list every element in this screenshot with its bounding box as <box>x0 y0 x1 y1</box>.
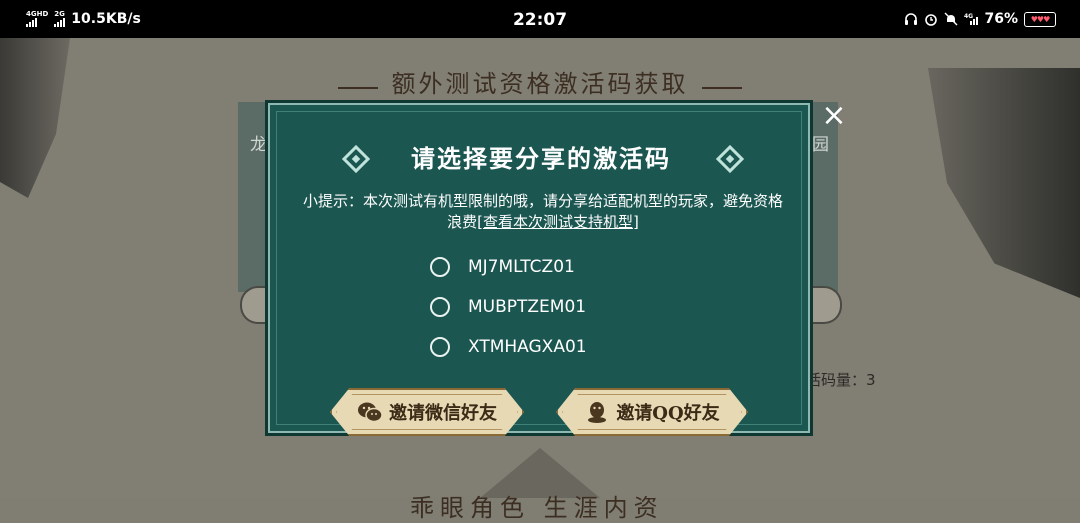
background-left-text: 龙 <box>250 135 267 155</box>
share-code-dialog: 请选择要分享的激活码 小提示：本次测试有机型限制的哦，请分享给适配机型的玩家，避… <box>268 103 810 433</box>
title-ornament-left <box>338 86 379 89</box>
status-right: 4G 76% ♥♥♥ <box>904 11 1056 27</box>
background-bottom-text: 乖眼角色 生涯内资 <box>410 494 664 522</box>
status-bar: 4GHD 2G 10.5KB/s 22:07 4G 76% ♥♥♥ <box>0 0 1080 38</box>
wechat-icon <box>358 402 383 423</box>
headphones-icon <box>905 13 918 25</box>
background-count-text: 活码量：3 <box>806 371 876 389</box>
code-label: XTMHAGXA01 <box>468 337 587 357</box>
invite-wechat-button[interactable]: 邀请微信好友 <box>330 388 524 436</box>
alarm-icon <box>925 14 938 26</box>
invite-qq-button[interactable]: 邀请QQ好友 <box>556 388 748 436</box>
radio-button[interactable] <box>430 337 450 357</box>
4g-signal-icon: 4G <box>964 13 979 25</box>
mute-icon <box>944 12 958 26</box>
svg-text:4G: 4G <box>964 13 973 20</box>
battery-percent: 76% <box>984 11 1018 27</box>
battery-icon: ♥♥♥ <box>1024 11 1056 27</box>
code-option[interactable]: MJ7MLTCZ01 <box>430 247 587 287</box>
code-option[interactable]: MUBPTZEM01 <box>430 287 587 327</box>
close-icon: × <box>821 98 847 133</box>
radio-button[interactable] <box>430 257 450 277</box>
hint-bracket: ] <box>633 213 639 231</box>
supported-models-link[interactable]: 查看本次测试支持机型 <box>483 213 633 231</box>
rock-decoration-right <box>928 68 1080 298</box>
code-option[interactable]: XTMHAGXA01 <box>430 327 587 367</box>
background-title: 额外测试资格激活码获取 <box>391 70 689 98</box>
rock-decoration-left <box>0 38 70 198</box>
code-label: MJ7MLTCZ01 <box>468 257 575 277</box>
code-list: MJ7MLTCZ01 MUBPTZEM01 XTMHAGXA01 <box>430 247 587 367</box>
close-button[interactable]: × <box>820 101 848 131</box>
qq-icon <box>588 402 607 423</box>
hint-text: 小提示：本次测试有机型限制的哦，请分享给适配机型的玩家，避免资格浪费[查看本次测… <box>298 191 788 233</box>
title-ornament-right <box>701 86 742 89</box>
background-title-wrap: 额外测试资格激活码获取 <box>0 64 1080 99</box>
radio-button[interactable] <box>430 297 450 317</box>
code-label: MUBPTZEM01 <box>468 297 587 317</box>
background-right-text: 园 <box>812 135 829 155</box>
